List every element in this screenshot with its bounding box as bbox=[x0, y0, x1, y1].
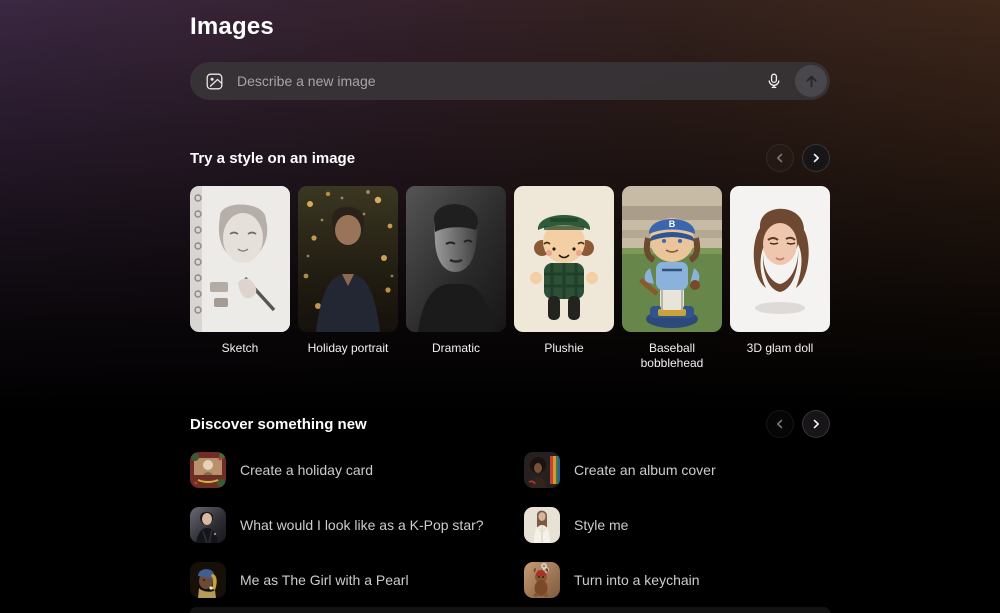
microphone-icon bbox=[766, 73, 782, 89]
album-cover-thumbnail bbox=[524, 452, 560, 488]
style-card-sketch-image bbox=[190, 186, 290, 332]
style-card-sketch[interactable]: Sketch bbox=[190, 186, 290, 371]
style-card-dramatic[interactable]: Dramatic bbox=[406, 186, 506, 371]
discover-item-label: What would I look like as a K-Pop star? bbox=[240, 517, 484, 533]
style-card-plushie-image bbox=[514, 186, 614, 332]
discover-next-button[interactable] bbox=[802, 410, 830, 438]
discover-item-style-me[interactable]: Style me bbox=[524, 507, 830, 543]
discover-items-grid: Create a holiday card What would I look … bbox=[190, 452, 830, 598]
microphone-button[interactable] bbox=[759, 66, 789, 96]
chevron-left-icon bbox=[775, 419, 785, 429]
chevron-right-icon bbox=[811, 153, 821, 163]
style-card-label: Holiday portrait bbox=[298, 341, 398, 356]
styles-section-header: Try a style on an image bbox=[190, 144, 830, 172]
styles-next-button[interactable] bbox=[802, 144, 830, 172]
style-card-baseball-bobblehead[interactable]: B Baseball bobblehead bbox=[622, 186, 722, 371]
discover-item-label: Style me bbox=[574, 517, 628, 533]
next-section-top-edge bbox=[190, 607, 830, 613]
style-card-holiday-portrait-image bbox=[298, 186, 398, 332]
chevron-left-icon bbox=[775, 153, 785, 163]
discover-section-header: Discover something new bbox=[190, 410, 830, 438]
discover-item-album-cover[interactable]: Create an album cover bbox=[524, 452, 830, 488]
chevron-right-icon bbox=[811, 419, 821, 429]
discover-item-label: Create a holiday card bbox=[240, 462, 373, 478]
discover-prev-button[interactable] bbox=[766, 410, 794, 438]
send-button[interactable] bbox=[795, 65, 827, 97]
kpop-star-thumbnail bbox=[190, 507, 226, 543]
style-cards-row: Sketch bbox=[190, 186, 830, 371]
page-title: Images bbox=[190, 13, 830, 41]
svg-text:B: B bbox=[669, 219, 676, 229]
discover-item-kpop-star[interactable]: What would I look like as a K-Pop star? bbox=[190, 507, 524, 543]
discover-section-title: Discover something new bbox=[190, 416, 367, 433]
style-card-label: Dramatic bbox=[406, 341, 506, 356]
discover-carousel-nav bbox=[766, 410, 830, 438]
styles-section-title: Try a style on an image bbox=[190, 150, 355, 167]
styles-carousel-nav bbox=[766, 144, 830, 172]
discover-item-label: Turn into a keychain bbox=[574, 572, 700, 588]
style-card-3d-glam-doll-image bbox=[730, 186, 830, 332]
discover-item-label: Create an album cover bbox=[574, 462, 716, 478]
style-card-plushie[interactable]: Plushie bbox=[514, 186, 614, 371]
discover-item-holiday-card[interactable]: Create a holiday card bbox=[190, 452, 524, 488]
discover-item-keychain[interactable]: Turn into a keychain bbox=[524, 562, 830, 598]
discover-item-label: Me as The Girl with a Pearl bbox=[240, 572, 409, 588]
discover-item-girl-with-pearl[interactable]: Me as The Girl with a Pearl bbox=[190, 562, 524, 598]
style-card-baseball-bobblehead-image: B bbox=[622, 186, 722, 332]
prompt-input[interactable] bbox=[237, 73, 759, 89]
styles-prev-button[interactable] bbox=[766, 144, 794, 172]
style-card-3d-glam-doll[interactable]: 3D glam doll bbox=[730, 186, 830, 371]
girl-with-pearl-thumbnail bbox=[190, 562, 226, 598]
keychain-thumbnail bbox=[524, 562, 560, 598]
image-icon[interactable] bbox=[206, 73, 223, 90]
image-prompt-bar[interactable] bbox=[190, 62, 830, 100]
style-card-label: Plushie bbox=[514, 341, 614, 356]
style-card-label: Baseball bobblehead bbox=[622, 341, 722, 371]
style-me-thumbnail bbox=[524, 507, 560, 543]
style-card-label: 3D glam doll bbox=[730, 341, 830, 356]
style-card-holiday-portrait[interactable]: Holiday portrait bbox=[298, 186, 398, 371]
arrow-up-icon bbox=[804, 74, 819, 89]
style-card-dramatic-image bbox=[406, 186, 506, 332]
style-card-label: Sketch bbox=[190, 341, 290, 356]
images-page: Images Try a style on an image bbox=[190, 13, 830, 598]
holiday-card-thumbnail bbox=[190, 452, 226, 488]
